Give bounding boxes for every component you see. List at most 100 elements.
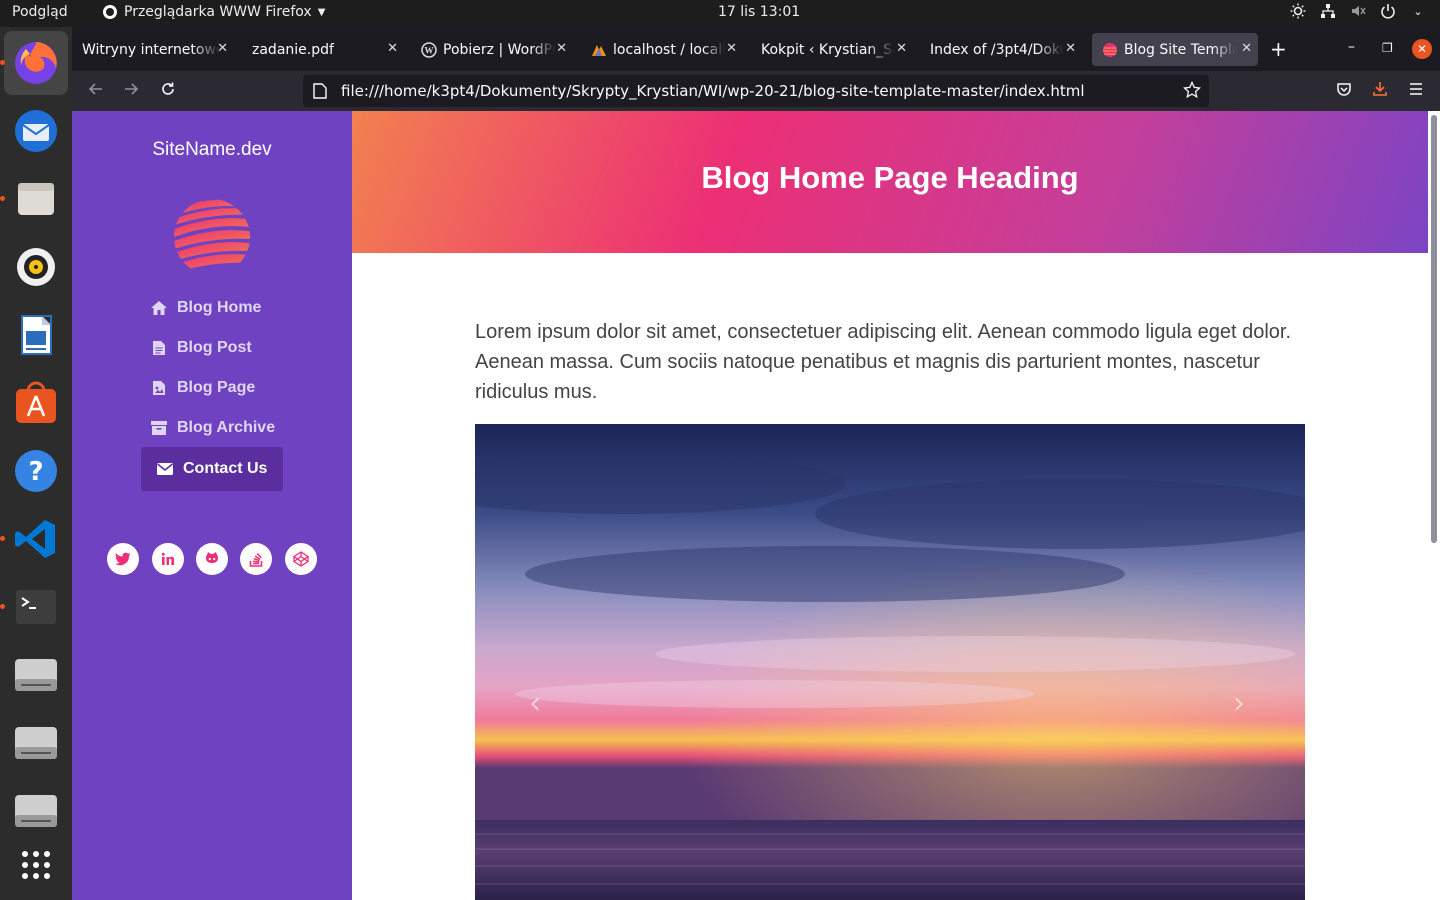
reload-button[interactable] (160, 81, 176, 101)
help-icon: ? (15, 450, 57, 492)
brightness-icon (1290, 3, 1306, 19)
dock-help[interactable]: ? (4, 439, 68, 503)
vscode-icon (15, 520, 55, 558)
page-viewport: SiteName.dev Blog Home Blog Post Blog Pa… (72, 111, 1440, 900)
volume-icon (1350, 3, 1366, 19)
dock-firefox[interactable] (0, 31, 68, 95)
linkedin-link[interactable] (152, 543, 184, 575)
nav-label: Blog Archive (177, 419, 276, 436)
codepen-link[interactable] (285, 543, 317, 575)
tab-label: Pobierz | WordPress (443, 41, 555, 58)
back-button[interactable] (88, 81, 104, 101)
running-indicator (0, 196, 5, 201)
archive-icon (150, 420, 168, 436)
maximize-button[interactable]: ❐ (1382, 41, 1393, 55)
running-indicator (0, 60, 5, 65)
tab-kokpit[interactable]: Kokpit ‹ Krystian_Sa ✕ (751, 33, 913, 66)
close-tab-icon[interactable]: ✕ (217, 41, 228, 56)
dock-drive-2[interactable] (4, 711, 68, 775)
tab-zadanie[interactable]: zadanie.pdf ✕ (242, 33, 404, 66)
nav-blog-home[interactable]: Blog Home (150, 293, 261, 323)
nav-label: Blog Page (177, 379, 256, 396)
twitter-link[interactable] (107, 543, 139, 575)
tab-label: Blog Site Template (1124, 41, 1236, 58)
nav-blog-archive[interactable]: Blog Archive (150, 413, 275, 443)
drive-icon (15, 659, 57, 691)
activities-button[interactable]: Podgląd (12, 4, 68, 20)
pocket-icon[interactable] (1336, 81, 1352, 101)
writer-icon (21, 315, 52, 355)
site-name[interactable]: SiteName.dev (72, 139, 352, 161)
new-tab-button[interactable]: + (1270, 39, 1287, 59)
sidebar: SiteName.dev Blog Home Blog Post Blog Pa… (72, 111, 352, 900)
page-header: Blog Home Page Heading (352, 111, 1428, 253)
dock-terminal[interactable] (0, 575, 68, 639)
downloads-icon[interactable] (1372, 81, 1388, 101)
tab-label: Witryny internetowe (82, 41, 220, 58)
hamburger-menu-icon[interactable] (1408, 81, 1424, 101)
nav-contact-us[interactable]: Contact Us (141, 447, 283, 491)
nav-label: Blog Home (177, 299, 262, 316)
github-link[interactable] (196, 543, 228, 575)
minimize-button[interactable]: – (1348, 39, 1355, 55)
page-icon (313, 83, 327, 99)
network-icon (1320, 3, 1336, 19)
nav-blog-page[interactable]: Blog Page (150, 373, 255, 403)
image-carousel[interactable]: ‹ › (475, 424, 1305, 900)
dock-writer[interactable] (4, 303, 68, 367)
running-indicator (0, 604, 5, 609)
system-tray[interactable]: ⌄ (1290, 3, 1426, 19)
power-icon (1380, 3, 1396, 19)
close-tab-icon[interactable]: ✕ (1241, 41, 1252, 56)
app-menu[interactable]: Przeglądarka WWW Firefox ▼ (102, 4, 325, 20)
tab-strip: Witryny internetowe ✕ zadanie.pdf ✕ W Po… (72, 27, 1440, 71)
dock-thunderbird[interactable] (4, 99, 68, 163)
file-image-icon (150, 380, 168, 396)
dock-drive-1[interactable] (4, 643, 68, 707)
tab-label: Index of /3pt4/Doku (930, 41, 1064, 58)
address-bar[interactable]: file:///home/k3pt4/Dokumenty/Skrypty_Kry… (303, 75, 1209, 107)
page-scrollbar[interactable] (1428, 111, 1440, 900)
chevron-down-icon: ▼ (317, 6, 326, 18)
running-indicator (0, 536, 5, 541)
dock-software[interactable] (4, 371, 68, 435)
carousel-prev-button[interactable]: ‹ (529, 686, 541, 721)
file-icon (150, 340, 168, 356)
github-icon (206, 552, 218, 563)
close-tab-icon[interactable]: ✕ (556, 41, 567, 56)
main-content: Blog Home Page Heading Lorem ipsum dolor… (352, 111, 1428, 900)
rhythmbox-icon (17, 248, 55, 286)
tab-phpmyadmin[interactable]: localhost / localhost ✕ (581, 33, 743, 66)
close-tab-icon[interactable]: ✕ (896, 41, 907, 56)
envelope-icon (156, 461, 174, 477)
nav-blog-post[interactable]: Blog Post (150, 333, 252, 363)
tab-wordpress[interactable]: W Pobierz | WordPress ✕ (411, 33, 573, 66)
carousel-next-button[interactable]: › (1233, 686, 1245, 721)
tab-witryny[interactable]: Witryny internetowe ✕ (72, 33, 234, 66)
dock-files[interactable] (0, 167, 68, 231)
tab-blog-site-template[interactable]: Blog Site Template ✕ (1092, 33, 1258, 66)
tab-index-of[interactable]: Index of /3pt4/Doku ✕ (920, 33, 1082, 66)
svg-text:W: W (425, 45, 434, 55)
dock-rhythmbox[interactable] (4, 235, 68, 299)
globe-logo-icon (1102, 42, 1118, 58)
url-text: file:///home/k3pt4/Dokumenty/Skrypty_Kry… (341, 82, 1085, 100)
scrollbar-thumb[interactable] (1431, 115, 1437, 543)
dock-vscode[interactable] (0, 507, 68, 571)
linkedin-icon (161, 552, 174, 565)
close-tab-icon[interactable]: ✕ (387, 41, 398, 56)
close-tab-icon[interactable]: ✕ (726, 41, 737, 56)
forward-button[interactable] (123, 81, 139, 101)
navigation-toolbar: file:///home/k3pt4/Dokumenty/Skrypty_Kry… (72, 71, 1440, 111)
close-tab-icon[interactable]: ✕ (1065, 41, 1076, 56)
twitter-icon (115, 552, 131, 566)
firefox-small-icon (103, 5, 117, 19)
stackoverflow-link[interactable] (240, 543, 272, 575)
home-icon (150, 300, 168, 316)
app-grid-icon (22, 851, 50, 879)
arrow-right-icon (125, 83, 139, 95)
show-applications-button[interactable] (4, 833, 68, 897)
bookmark-star-icon[interactable] (1183, 80, 1201, 103)
window-close-button[interactable]: ✕ (1412, 39, 1432, 59)
clock[interactable]: 17 lis 13:01 (718, 4, 800, 20)
